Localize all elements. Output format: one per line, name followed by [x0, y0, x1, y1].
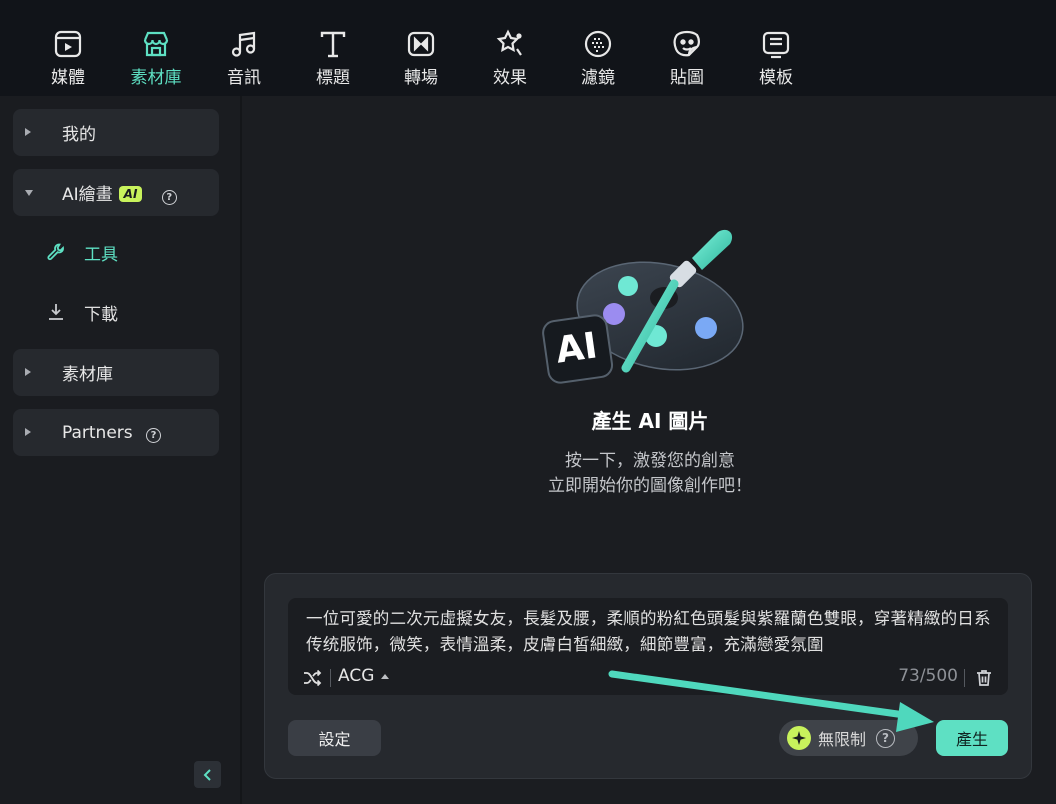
filter-icon — [582, 28, 614, 59]
ai-palette-illustration: AI — [542, 228, 746, 386]
unlimited-label: 無限制 — [818, 730, 867, 749]
unlimited-credits-pill[interactable]: 無限制 ? — [779, 720, 918, 756]
toolbar-item-templates[interactable]: 模板 — [746, 28, 806, 88]
toolbar-label: 音訊 — [227, 68, 261, 88]
store-icon — [140, 28, 172, 59]
toolbar-item-audio[interactable]: 音訊 — [214, 28, 274, 88]
transition-icon — [405, 28, 437, 59]
toolbar-item-library[interactable]: 素材庫 — [126, 28, 186, 88]
toolbar-item-titles[interactable]: 標題 — [303, 28, 363, 88]
style-select[interactable]: ACG — [338, 666, 390, 686]
caret-up-icon — [381, 673, 390, 679]
caret-right-icon — [25, 428, 31, 436]
prompt-textarea[interactable]: 一位可愛的二次元虛擬女友，長髮及腰，柔順的粉紅色頭髮與紫羅蘭色雙眼，穿著精緻的日… — [306, 606, 996, 658]
music-note-icon — [228, 28, 260, 59]
trash-icon[interactable] — [975, 668, 993, 688]
sidebar-item-tools[interactable]: 工具 — [46, 240, 118, 265]
sidebar-group-label: 我的 — [62, 125, 96, 145]
help-icon[interactable]: ? — [161, 190, 177, 205]
generate-button[interactable]: 產生 — [936, 720, 1008, 756]
toolbar-label: 效果 — [493, 68, 527, 88]
sidebar-group-my[interactable]: 我的 — [13, 109, 219, 156]
hero-subtitle-line1: 按一下，激發您的創意 — [565, 451, 735, 471]
sidebar-group-label: AI繪畫 AI ? — [62, 180, 177, 205]
toolbar-label: 媒體 — [51, 68, 85, 88]
hero-title: 產生 AI 圖片 — [591, 409, 709, 433]
sidebar-item-label: 工具 — [84, 244, 118, 265]
sidebar-group-label: 素材庫 — [62, 365, 113, 385]
toolbar-label: 素材庫 — [130, 68, 182, 88]
ai-drawing-label: AI繪畫 — [62, 185, 113, 205]
separator — [964, 669, 965, 687]
settings-button[interactable]: 設定 — [288, 720, 381, 756]
separator — [330, 669, 331, 687]
sidebar-group-label: Partners ? — [62, 422, 162, 443]
toolbar-label: 模板 — [759, 68, 793, 88]
effects-icon — [494, 28, 526, 59]
media-icon — [52, 28, 84, 59]
caret-right-icon — [25, 128, 31, 136]
toolbar-item-transitions[interactable]: 轉場 — [391, 28, 451, 88]
hero-subtitle-line2: 立即開始你的圖像創作吧！ — [548, 476, 752, 496]
toolbar-item-filters[interactable]: 濾鏡 — [568, 28, 628, 88]
toolbar-item-stickers[interactable]: 貼圖 — [657, 28, 717, 88]
top-toolbar: 媒體 素材庫 音訊 標題 轉場 效果 濾鏡 貼圖 模板 — [0, 0, 1056, 96]
wrench-icon — [46, 242, 66, 262]
sidebar-group-ai-drawing[interactable]: AI繪畫 AI ? — [13, 169, 219, 216]
partners-label: Partners — [62, 422, 133, 443]
template-icon — [760, 28, 792, 59]
sidebar-group-library[interactable]: 素材庫 — [13, 349, 219, 396]
collapse-sidebar-button[interactable] — [194, 761, 221, 788]
help-icon[interactable]: ? — [146, 427, 162, 443]
toolbar-label: 濾鏡 — [581, 68, 615, 88]
sidebar-item-download[interactable]: 下載 — [46, 300, 118, 325]
text-t-icon — [317, 28, 349, 59]
toolbar-item-media[interactable]: 媒體 — [38, 28, 98, 88]
ai-badge: AI — [118, 186, 143, 202]
toolbar-label: 貼圖 — [670, 68, 704, 88]
toolbar-label: 標題 — [316, 68, 350, 88]
toolbar-item-effects[interactable]: 效果 — [480, 28, 540, 88]
ai-logo-text: AI — [553, 325, 600, 372]
caret-down-icon — [25, 190, 33, 196]
toolbar-label: 轉場 — [404, 68, 438, 88]
sidebar-item-label: 下載 — [84, 304, 118, 325]
caret-right-icon — [25, 368, 31, 376]
sticker-icon — [671, 28, 703, 59]
sidebar-group-partners[interactable]: Partners ? — [13, 409, 219, 456]
sparkle-icon — [787, 726, 811, 750]
chevron-left-icon — [203, 768, 211, 781]
help-icon[interactable]: ? — [876, 728, 896, 748]
char-counter: 73/500 — [898, 666, 958, 686]
download-icon — [46, 302, 66, 322]
style-select-value: ACG — [338, 666, 375, 686]
shuffle-icon[interactable] — [302, 668, 322, 688]
